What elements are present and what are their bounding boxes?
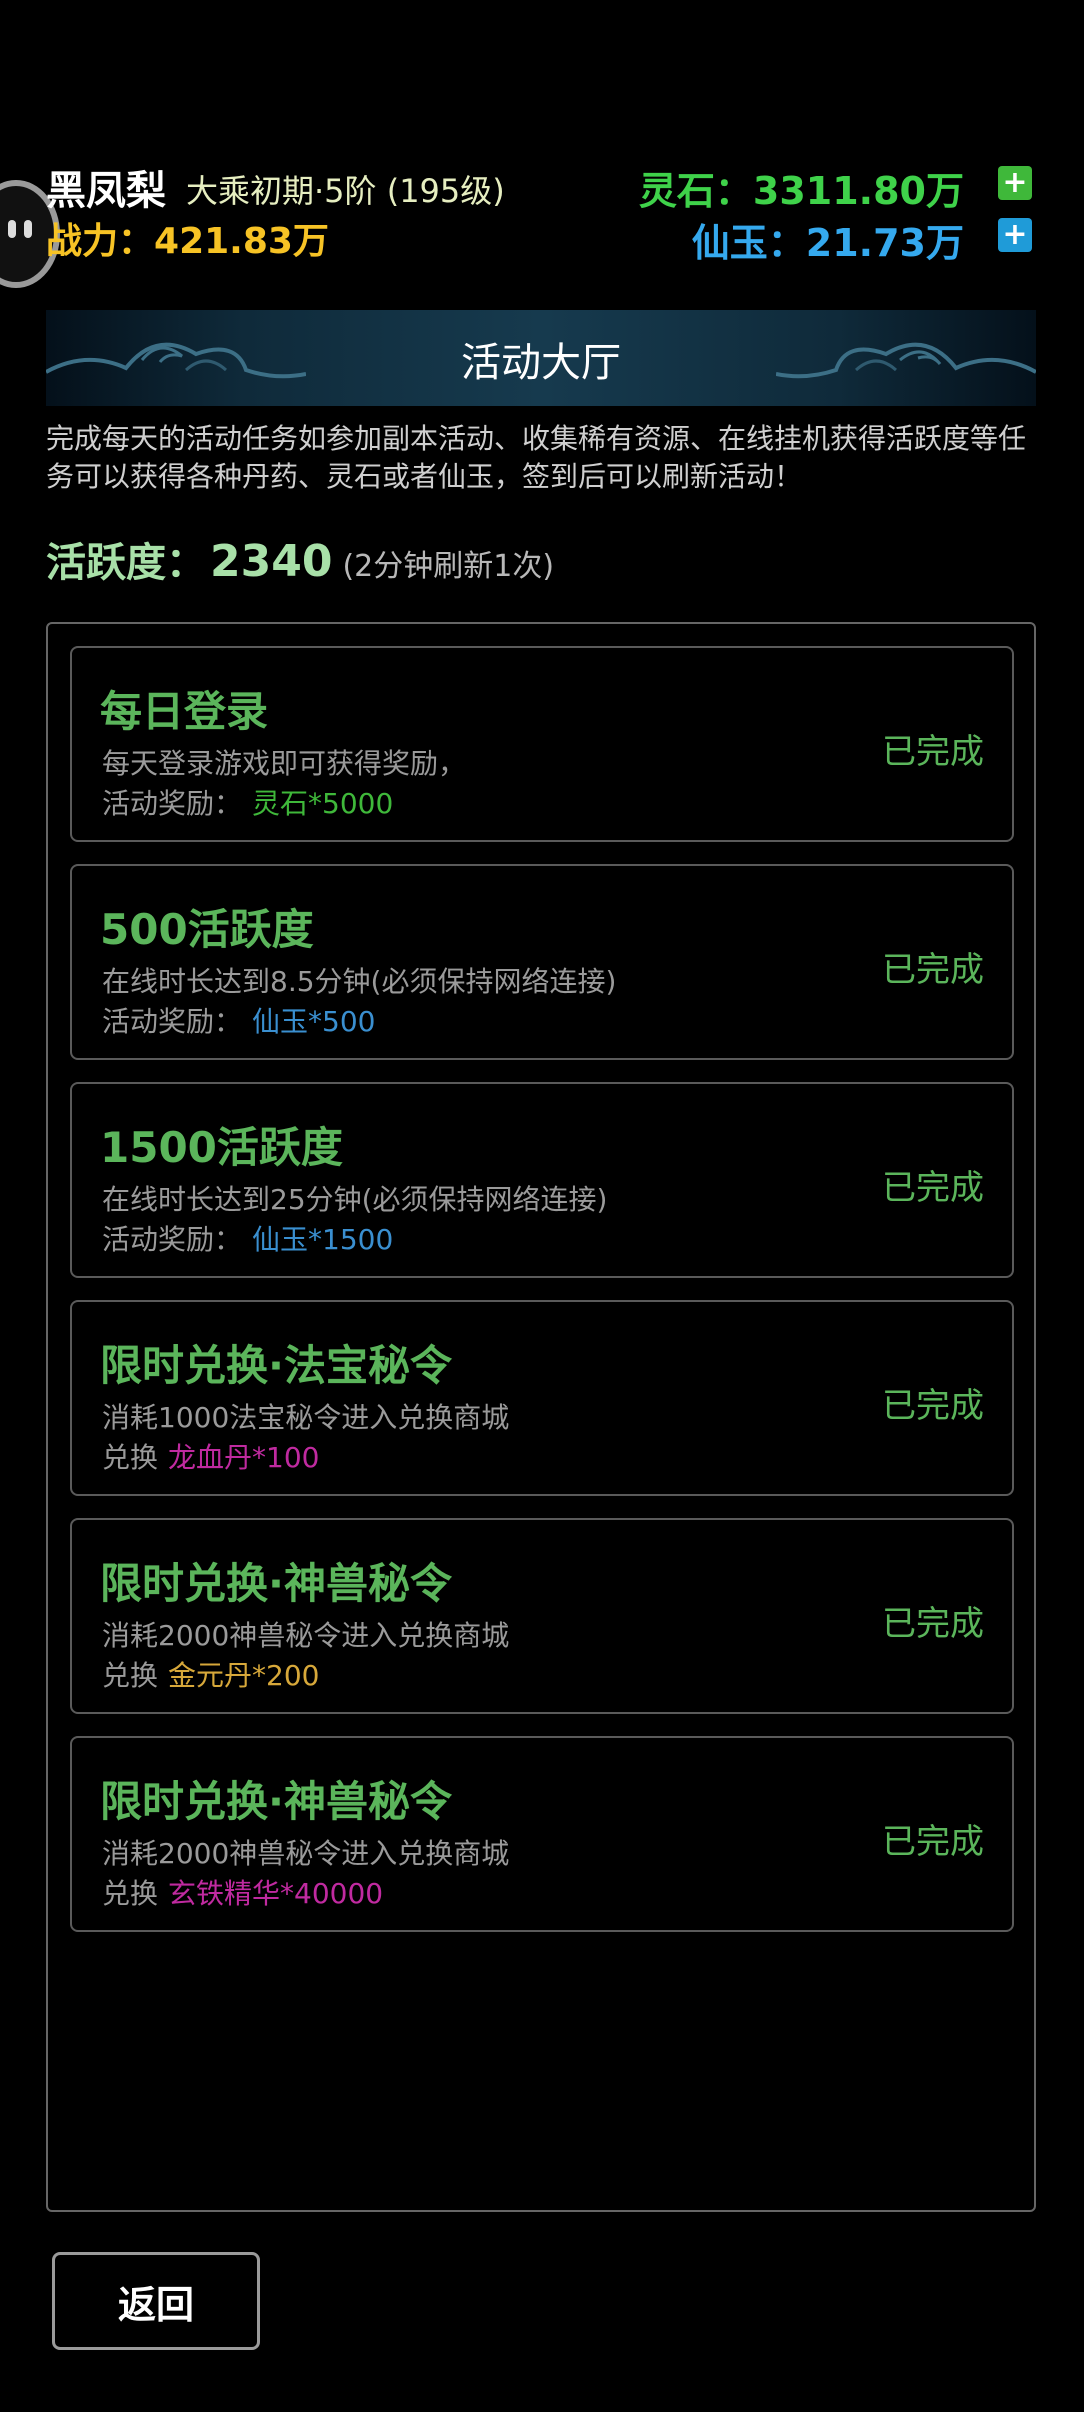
back-button[interactable]: 返回 xyxy=(52,2252,260,2350)
player-rank: 大乘初期·5阶 (195级) xyxy=(186,172,505,210)
activity-points-label: 活跃度： xyxy=(46,540,206,586)
task-reward-value: 玄铁精华*40000 xyxy=(168,1877,384,1910)
task-description: 消耗2000神兽秘令进入兑换商城 xyxy=(102,1619,510,1652)
task-description: 每天登录游戏即可获得奖励， xyxy=(102,747,467,780)
task-title: 限时兑换·法宝秘令 xyxy=(100,1341,452,1390)
task-reward: 活动奖励： 仙玉*1500 xyxy=(102,1218,393,1258)
task-title: 每日登录 xyxy=(100,687,269,736)
task-reward: 活动奖励： 仙玉*500 xyxy=(102,1000,375,1040)
task-title: 500活跃度 xyxy=(100,905,314,954)
avatar-face-icon xyxy=(8,220,32,238)
task-reward-label: 活动奖励： xyxy=(102,1005,243,1038)
task-description: 在线时长达到8.5分钟(必须保持网络连接) xyxy=(102,965,617,998)
task-status[interactable]: 已完成 xyxy=(882,1378,984,1427)
task-card[interactable]: 每日登录每天登录游戏即可获得奖励， 活动奖励： 灵石*5000 已完成 xyxy=(70,646,1014,842)
title-banner: 活动大厅 xyxy=(46,310,1036,406)
task-list[interactable]: 每日登录 每天登录游戏即可获得奖励， 活动奖励： 灵石*5000 已完成 500活跃度 在线… xyxy=(46,622,1036,2212)
task-description: 消耗1000法宝秘令进入兑换商城 xyxy=(102,1401,510,1434)
task-title: 1500活跃度 xyxy=(100,1123,343,1172)
task-reward-label: 兑换 xyxy=(102,1877,159,1910)
combat-power-value: 421.83万 xyxy=(154,221,329,262)
task-reward: 兑换 金元丹*200 xyxy=(102,1654,319,1694)
task-reward-label: 活动奖励： xyxy=(102,787,243,820)
page-title: 活动大厅 xyxy=(461,340,621,386)
task-status[interactable]: 已完成 xyxy=(882,942,984,991)
combat-power-label: 战力： xyxy=(46,221,155,262)
task-reward-value: 仙玉*500 xyxy=(252,1005,376,1038)
task-status[interactable]: 已完成 xyxy=(882,1596,984,1645)
task-reward-value: 金元丹*200 xyxy=(168,1659,320,1692)
activity-points: 活跃度：2340 (2分钟刷新1次) xyxy=(46,530,554,588)
task-card[interactable]: 限时兑换·神兽秘令消耗2000神兽秘令进入兑换商城 兑换 玄铁精华*40000 已完成 xyxy=(70,1736,1014,1932)
task-status[interactable]: 已完成 xyxy=(882,724,984,773)
combat-power: 战力：421.83万 xyxy=(46,212,329,264)
task-reward-label: 兑换 xyxy=(102,1659,159,1692)
jade-balance: 仙玉：21.73万 xyxy=(692,212,964,267)
jade-label: 仙玉： xyxy=(691,221,806,265)
task-status[interactable]: 已完成 xyxy=(882,1814,984,1863)
task-reward-value: 灵石*5000 xyxy=(252,787,394,820)
task-reward: 活动奖励： 灵石*5000 xyxy=(102,782,393,822)
activity-hall-screen: 黑凤梨 大乘初期·5阶 (195级) 战力：421.83万 灵石：3311.80… xyxy=(0,0,1084,2412)
task-reward-label: 活动奖励： xyxy=(102,1223,243,1256)
task-reward: 兑换 玄铁精华*40000 xyxy=(102,1872,383,1912)
task-card[interactable]: 1500活跃度在线时长达到25分钟(必须保持网络连接) 活动奖励： 仙玉*1500 已… xyxy=(70,1082,1014,1278)
spirit-stone-value: 3311.80万 xyxy=(752,169,964,213)
refresh-note: (2分钟刷新1次) xyxy=(342,549,555,584)
task-card[interactable]: 500活跃度在线时长达到8.5分钟(必须保持网络连接) 活动奖励： 仙玉*500 已完… xyxy=(70,864,1014,1060)
task-card[interactable]: 限时兑换·法宝秘令消耗1000法宝秘令进入兑换商城 兑换 龙血丹*100 已完成 xyxy=(70,1300,1014,1496)
task-reward-label: 兑换 xyxy=(102,1441,159,1474)
player-name: 黑凤梨 xyxy=(46,168,166,214)
task-title: 限时兑换·神兽秘令 xyxy=(100,1777,452,1826)
activity-points-value: 2340 xyxy=(210,536,333,587)
jade-value: 21.73万 xyxy=(805,221,964,265)
task-reward-value: 仙玉*1500 xyxy=(252,1223,394,1256)
task-description: 消耗2000神兽秘令进入兑换商城 xyxy=(102,1837,510,1870)
task-title: 限时兑换·神兽秘令 xyxy=(100,1559,452,1608)
add-jade-button[interactable]: + xyxy=(998,218,1032,252)
task-description: 在线时长达到25分钟(必须保持网络连接) xyxy=(102,1183,608,1216)
add-spirit-stone-button[interactable]: + xyxy=(998,166,1032,200)
spirit-stone-label: 灵石： xyxy=(638,169,753,213)
spirit-stone-balance: 灵石：3311.80万 xyxy=(639,160,964,215)
activity-description: 完成每天的活动任务如参加副本活动、收集稀有资源、在线挂机获得活跃度等任务可以获得… xyxy=(46,422,1027,493)
task-reward: 兑换 龙血丹*100 xyxy=(102,1436,319,1476)
task-reward-value: 龙血丹*100 xyxy=(168,1441,320,1474)
task-status[interactable]: 已完成 xyxy=(882,1160,984,1209)
task-card[interactable]: 限时兑换·神兽秘令消耗2000神兽秘令进入兑换商城 兑换 金元丹*200 已完成 xyxy=(70,1518,1014,1714)
